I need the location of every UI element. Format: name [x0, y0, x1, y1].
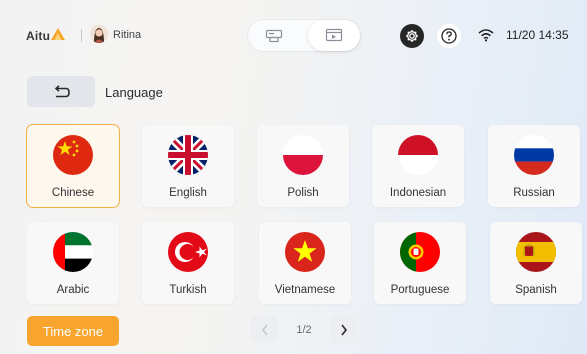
avatar[interactable] — [90, 25, 108, 43]
language-tile-vietnamese[interactable]: Vietnamese — [259, 222, 351, 304]
prev-page-button[interactable] — [251, 316, 278, 343]
language-tile-arabic[interactable]: Arabic — [27, 222, 119, 304]
language-label: Turkish — [169, 284, 207, 296]
turkey-flag-icon — [168, 232, 208, 272]
user-name: Ritina — [113, 29, 142, 41]
spain-flag-icon — [516, 232, 556, 272]
back-button[interactable] — [27, 76, 95, 107]
russia-flag-icon — [514, 135, 554, 175]
language-label: Russian — [513, 187, 555, 199]
time-zone-label: Time zone — [42, 323, 104, 339]
brand-name: Aitu — [26, 29, 51, 43]
top-bar: Aitu Ritina 11/20 14:35 — [0, 10, 587, 62]
preview-mode-icon — [325, 28, 343, 42]
language-tile-russian[interactable]: Russian — [488, 125, 580, 207]
poland-flag-icon — [283, 135, 323, 175]
help-icon — [441, 28, 457, 44]
print-mode-icon — [265, 29, 283, 42]
language-label: English — [169, 187, 207, 199]
language-label: Chinese — [51, 187, 95, 199]
brand-logo-icon — [51, 28, 65, 40]
page-title: Language — [105, 85, 163, 100]
page-indicator: 1/2 — [296, 324, 312, 336]
print-mode-button[interactable] — [248, 20, 300, 51]
preview-mode-button[interactable] — [308, 20, 360, 51]
language-label: Spanish — [515, 284, 557, 296]
divider — [81, 29, 82, 42]
portugal-flag-icon — [400, 232, 440, 272]
time-zone-button[interactable]: Time zone — [27, 316, 119, 346]
return-arrow-icon — [54, 84, 70, 97]
chevron-right-icon — [340, 324, 347, 335]
language-tile-chinese[interactable]: Chinese — [27, 125, 119, 207]
language-label: Indonesian — [389, 187, 447, 199]
chevron-left-icon — [261, 324, 268, 335]
language-label: Portuguese — [390, 284, 450, 296]
vietnam-flag-icon — [285, 232, 325, 272]
language-label: Polish — [287, 187, 319, 199]
language-tile-turkish[interactable]: Turkish — [142, 222, 234, 304]
language-tile-english[interactable]: English — [142, 125, 234, 207]
language-tile-portuguese[interactable]: Portuguese — [374, 222, 466, 304]
wifi-icon — [478, 29, 494, 42]
language-label: Vietnamese — [274, 284, 336, 296]
uk-flag-icon — [168, 135, 208, 175]
settings-button[interactable] — [400, 24, 424, 48]
china-flag-icon — [53, 135, 93, 175]
gear-icon — [406, 30, 418, 42]
language-tile-polish[interactable]: Polish — [257, 125, 349, 207]
language-label: Arabic — [56, 284, 90, 296]
next-page-button[interactable] — [330, 316, 357, 343]
help-button[interactable] — [437, 24, 461, 48]
language-tile-indonesian[interactable]: Indonesian — [372, 125, 464, 207]
clock: 11/20 14:35 — [506, 28, 569, 42]
avatar-icon — [90, 25, 108, 43]
uae-flag-icon — [53, 232, 93, 272]
indonesia-flag-icon — [398, 135, 438, 175]
language-tile-spanish[interactable]: Spanish — [490, 222, 582, 304]
